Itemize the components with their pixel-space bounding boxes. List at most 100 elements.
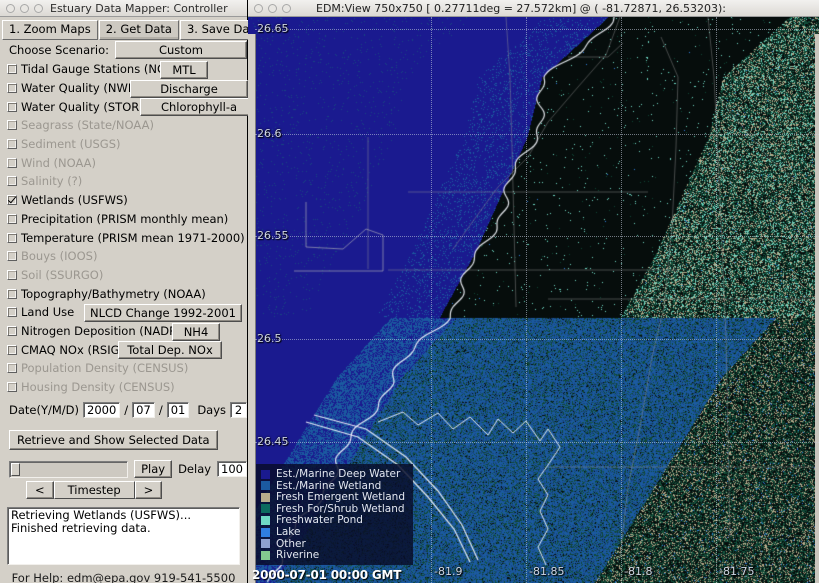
timestep-label: Timestep xyxy=(53,481,135,500)
layer-option-button[interactable]: Total Dep. NOx xyxy=(118,341,222,360)
checkbox-land-use[interactable] xyxy=(7,307,17,318)
map-window-controls[interactable] xyxy=(254,3,291,13)
legend-item: Est./Marine Wetland xyxy=(261,480,405,492)
legend-label: Fresh For/Shrub Wetland xyxy=(276,502,405,515)
map-maximize-icon[interactable] xyxy=(282,3,291,13)
play-button[interactable]: Play xyxy=(134,460,173,479)
legend-label: Riverine xyxy=(276,549,320,562)
latitude-gridline xyxy=(255,29,819,30)
checkbox-temperature-prism-mean-1971-2000[interactable] xyxy=(7,232,17,243)
layer-label: Sediment (USGS) xyxy=(21,137,121,152)
days-label: Days xyxy=(197,403,227,418)
legend-label: Other xyxy=(276,537,306,550)
scenario-label: Choose Scenario: xyxy=(9,43,109,57)
close-icon[interactable] xyxy=(6,3,15,13)
scenario-button[interactable]: Custom xyxy=(114,41,247,59)
window-controls[interactable] xyxy=(6,3,43,13)
timestep-next-button[interactable]: > xyxy=(134,481,163,500)
map-timestamp: 2000-07-01 00:00 GMT xyxy=(252,568,402,582)
legend-swatch xyxy=(261,527,270,537)
help-text: For Help: edm@epa.gov 919-541-5500 xyxy=(11,571,236,583)
minimize-icon[interactable] xyxy=(20,3,29,13)
progress-slider[interactable] xyxy=(9,460,129,478)
layer-row: Housing Density (CENSUS) xyxy=(0,378,247,397)
checkbox-nitrogen-deposition-nadp[interactable] xyxy=(7,325,17,336)
longitude-gridline xyxy=(431,17,432,583)
layer-label: Water Quality (NWIS) xyxy=(21,81,144,96)
checkbox-bouys-ioos xyxy=(7,251,17,262)
tab-2-get-data[interactable]: 2. Get Data xyxy=(98,20,179,40)
status-console[interactable]: Retrieving Wetlands (USFWS)... Finished r… xyxy=(7,507,240,566)
checkbox-wetlands-usfws[interactable] xyxy=(7,195,17,206)
map-viewport[interactable]: 26.65 26.6 26.55 26.5 26.45 -81.9 -81.85 -81.8-… xyxy=(248,17,819,583)
date-sep-2: / xyxy=(158,403,163,418)
playback-row: Play Delay 100 xyxy=(0,460,247,479)
legend-swatch xyxy=(261,550,270,560)
checkbox-housing-density-census xyxy=(7,382,17,393)
layer-row: Soil (SSURGO) xyxy=(0,266,247,285)
retrieve-and-show-button[interactable]: Retrieve and Show Selected Data xyxy=(9,430,218,451)
date-year-input[interactable]: 2000 xyxy=(83,402,121,419)
date-month-input[interactable]: 07 xyxy=(132,402,155,419)
legend-swatch xyxy=(261,539,270,549)
layer-row: Wetlands (USFWS) xyxy=(0,191,247,210)
legend-swatch xyxy=(261,504,270,514)
date-row: Date(Y/M/D) 2000 / 07 / 01 Days 2 xyxy=(0,399,247,421)
controller-titlebar: Estuary Data Mapper: Controller xyxy=(0,0,247,17)
checkbox-water-quality-storet[interactable] xyxy=(7,101,17,112)
latitude-gridline xyxy=(255,442,819,443)
checkbox-tidal-gauge-stations-noaa[interactable] xyxy=(7,64,17,75)
layer-option-button[interactable]: NH4 xyxy=(172,322,220,341)
checkbox-soil-ssurgo xyxy=(7,269,17,280)
checkbox-precipitation-prism-monthly-mean[interactable] xyxy=(7,213,17,224)
legend-item: Fresh For/Shrub Wetland xyxy=(261,503,405,515)
latitude-gridline xyxy=(255,134,819,135)
layer-option-button[interactable]: Chlorophyll-a xyxy=(140,98,258,117)
legend-item: Riverine xyxy=(261,549,405,561)
layer-row: Nitrogen Deposition (NADP) NH4 xyxy=(0,322,247,341)
legend-label: Est./Marine Deep Water xyxy=(276,468,401,481)
legend-item: Fresh Emergent Wetland xyxy=(261,491,405,503)
tab-1-zoom-maps[interactable]: 1. Zoom Maps xyxy=(2,20,98,40)
layer-label: Salinity (?) xyxy=(21,174,83,189)
layer-label: Wetlands (USFWS) xyxy=(21,193,128,208)
layer-option-button[interactable]: NLCD Change 1992-2001 xyxy=(84,303,242,322)
layer-row: Water Quality (STORET) Chlorophyll-a xyxy=(0,97,258,117)
layer-row: Topography/Bathymetry (NOAA) xyxy=(0,284,247,303)
legend-swatch xyxy=(261,469,270,479)
checkbox-wind-noaa xyxy=(7,157,17,168)
timestep-prev-button[interactable]: < xyxy=(26,481,54,500)
maximize-icon[interactable] xyxy=(34,3,43,13)
date-label: Date(Y/M/D) xyxy=(9,403,80,418)
controller-window-title: Estuary Data Mapper: Controller xyxy=(50,1,228,15)
layer-label: Bouys (IOOS) xyxy=(21,249,98,264)
overlapping-button-sliver xyxy=(248,115,255,133)
checkbox-water-quality-nwis[interactable] xyxy=(7,83,17,94)
date-day-input[interactable]: 01 xyxy=(166,402,190,419)
layer-label: Seagrass (State/NOAA) xyxy=(21,118,154,133)
retrieve-row: Retrieve and Show Selected Data xyxy=(0,429,247,451)
layer-label: CMAQ NOx (RSIG) xyxy=(21,342,125,357)
legend-item: Est./Marine Deep Water xyxy=(261,468,405,480)
map-legend: Est./Marine Deep Water Est./Marine Wetlan… xyxy=(256,464,413,565)
latitude-gridline xyxy=(255,339,819,340)
layer-option-button[interactable]: MTL xyxy=(160,61,208,79)
layer-option-button[interactable]: Discharge xyxy=(130,79,248,98)
delay-input[interactable]: 100 xyxy=(217,461,247,478)
progress-slider-thumb[interactable] xyxy=(11,462,20,476)
longitude-gridline xyxy=(716,17,717,583)
map-titlebar: EDM:View 750x750 [ 0.27711deg = 27.572km… xyxy=(248,0,819,17)
map-minimize-icon[interactable] xyxy=(268,3,277,13)
layer-label: Housing Density (CENSUS) xyxy=(21,380,175,395)
legend-item: Freshwater Pond xyxy=(261,514,405,526)
legend-item: Lake xyxy=(261,526,405,538)
layer-row: Water Quality (NWIS) Discharge xyxy=(0,79,248,98)
longitude-gridline xyxy=(621,17,622,583)
days-input[interactable]: 2 xyxy=(230,402,247,419)
layer-row: CMAQ NOx (RSIG) Total Dep. NOx xyxy=(0,340,247,360)
checkbox-cmaq-nox-rsig[interactable] xyxy=(7,344,17,355)
layer-row: Temperature (PRISM mean 1971-2000) xyxy=(0,228,247,247)
map-close-icon[interactable] xyxy=(254,3,263,13)
layer-label: Topography/Bathymetry (NOAA) xyxy=(21,286,206,301)
checkbox-topography-bathymetry-noaa[interactable] xyxy=(7,288,17,299)
